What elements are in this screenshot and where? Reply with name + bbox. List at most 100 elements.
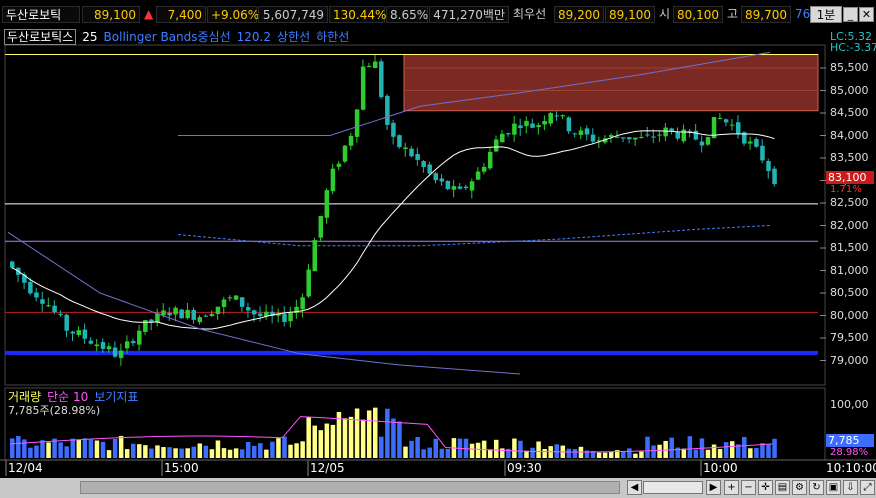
candle-body [173,307,178,315]
legend-upper[interactable]: 상한선 [277,30,310,44]
volume-bar [542,449,547,458]
volume-bar [475,442,481,458]
candle-body [324,190,330,218]
minimize-icon[interactable]: _ [843,7,858,22]
price-tick-label: 83,500 [830,151,869,164]
candle-body [137,330,142,345]
zoom-slider[interactable] [643,481,703,494]
volume-bar [70,438,75,458]
volume-bar [518,440,523,458]
candle-body [112,347,118,357]
volume-bar [306,417,311,458]
candle-body [669,128,674,131]
candle-body [288,312,293,322]
candle-body [373,61,378,68]
time-tick-label: 09:30 [507,461,542,475]
export-icon[interactable]: ⇩ [843,480,858,495]
candle-body [451,186,457,190]
volume-bar [379,436,384,458]
refresh-icon[interactable]: ↻ [809,480,824,495]
candle-body [330,168,336,192]
candle-body [252,310,257,315]
up-arrow-icon: ▲ [144,7,154,21]
volume-bar [621,451,626,458]
candle-body [70,331,75,334]
candle-body [167,312,172,316]
resistance-zone [403,54,819,112]
candle-body [40,299,45,304]
volume-bar [639,451,644,458]
volume-panel [5,407,777,476]
hc-readout: HC:-3.37 [830,41,876,54]
time-tick-label: 15:00 [164,461,199,475]
volume-bar [173,448,178,458]
current-price: 89,100 [82,6,140,23]
volume-bar [469,443,475,458]
zoom-out-icon[interactable]: − [741,480,756,495]
candle-body [645,134,650,136]
volume-bar [10,438,15,458]
scrollbar-track[interactable] [80,481,620,494]
legend-bb-label[interactable]: Bollinger Bands중심선 [104,30,231,44]
stock-name[interactable]: 두산로보틱 [2,6,80,23]
price-tick-label: 85,000 [830,83,869,97]
candle-body [318,216,324,238]
legend-stock-name[interactable]: 두산로보틱스 [4,29,77,45]
volume-bar [354,408,360,458]
volume-bar [330,424,336,458]
volume-bar [766,444,771,458]
candle-body [760,145,765,161]
zoom-in-icon[interactable]: + [724,480,739,495]
price-tick-label: 80,000 [830,308,869,322]
candle-body [391,122,396,137]
crosshair-icon[interactable]: ✛ [758,480,773,495]
volume-bar [627,448,632,458]
candle-body [663,127,668,137]
chart-type-icon[interactable]: ▤ [775,480,790,495]
volume-bar [118,435,124,458]
legend-lower[interactable]: 하한선 [316,30,349,44]
open-price: 80,100 [673,6,723,23]
best-bid: 89,100 [605,6,655,23]
candle-body [306,269,311,297]
volume-extra-label[interactable]: 보기지표 [94,390,138,404]
print-icon[interactable]: ▣ [826,480,841,495]
volume-bar [760,443,765,458]
price-tick-label: 80,500 [830,286,869,299]
stock-chart[interactable] [0,28,876,478]
volume-bar [729,441,735,458]
candle-body [433,173,438,181]
volume-bar [16,436,21,458]
candle-body [397,135,402,148]
candle-body [197,317,203,323]
legend-bb-value: 120.2 [236,30,272,44]
scroll-left-icon[interactable]: ◀ [627,480,642,495]
quote-bar: 두산로보틱 89,100 ▲ 7,400 +9.06% 5,607,749 13… [0,0,876,28]
settings-icon[interactable]: ⚙ [792,480,807,495]
candle-body [621,137,626,139]
volume-bar [137,444,142,458]
candle-body [354,109,360,137]
volume-bar [40,440,45,458]
candle-body [28,281,33,294]
close-icon[interactable]: ✕ [859,7,874,22]
volume-bar [185,448,190,458]
expand-icon[interactable]: ⤢ [860,480,875,495]
volume-bar [596,452,602,458]
price-tick-label: 82,000 [830,218,869,232]
candle-body [118,350,124,358]
volume-bar [657,444,662,458]
volume-bar [209,449,215,458]
candle-body [512,123,517,135]
volume-bar [772,438,777,458]
candle-body [300,297,305,310]
candle-body [100,342,106,349]
price-panel [5,51,826,375]
period-button[interactable]: 1분 [810,6,842,23]
candle-body [106,346,112,350]
candle-body [518,125,523,129]
scroll-right-icon[interactable]: ▶ [706,480,721,495]
volume-bar [693,449,699,458]
candle-body [748,141,753,144]
candle-body [403,147,408,150]
